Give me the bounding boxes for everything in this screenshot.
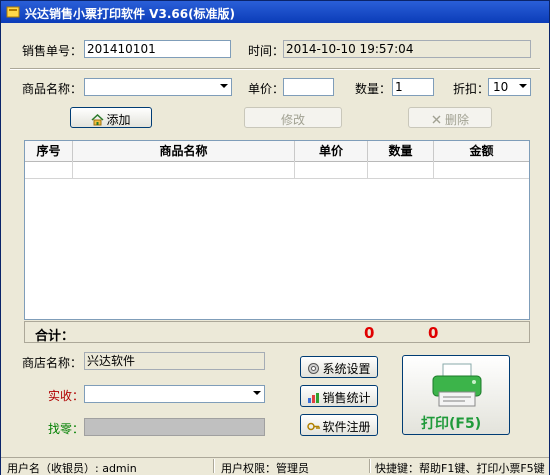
printer-icon: [432, 363, 482, 407]
discount-value: 10: [493, 80, 509, 94]
totals-bar: 合计： 0 0: [24, 321, 530, 344]
title-bar: 兴达销售小票打印软件 V3.66(标准版): [1, 1, 549, 23]
product-name-combo[interactable]: [84, 78, 232, 96]
time-field: 2014-10-10 19:57:04: [283, 40, 531, 58]
order-no-field[interactable]: 201410101: [84, 40, 231, 58]
shop-name-field: 兴达软件: [84, 352, 265, 370]
edit-button-label: 修改: [280, 113, 305, 127]
column-header-quantity[interactable]: 数量: [368, 141, 434, 161]
status-bar: 用户名（收银员）: admin 用户权限：管理员 快捷键：帮助F1键、打印小票F…: [1, 457, 549, 475]
system-settings-label: 系统设置: [322, 362, 371, 376]
column-header-price[interactable]: 单价: [295, 141, 368, 161]
key-icon: [307, 422, 321, 431]
quantity-field[interactable]: 1: [392, 78, 434, 96]
totals-label: 合计：: [35, 329, 75, 344]
chevron-down-icon[interactable]: [253, 391, 261, 395]
column-header-amount[interactable]: 金额: [434, 141, 529, 161]
table-cell: [295, 161, 368, 178]
change-field: [84, 418, 265, 436]
received-label: 实收：: [48, 389, 85, 403]
received-combo[interactable]: [84, 385, 265, 403]
chevron-down-icon[interactable]: [220, 84, 228, 88]
shop-name-label: 商店名称：: [22, 356, 83, 370]
app-window: 兴达销售小票打印软件 V3.66(标准版) 销售单号： 201410101 时间…: [0, 0, 550, 475]
chart-icon: [308, 393, 320, 403]
add-button[interactable]: 添加: [70, 107, 152, 128]
table-row[interactable]: [25, 161, 529, 179]
sales-stats-button[interactable]: 销售统计: [300, 385, 378, 407]
app-icon: [6, 6, 20, 18]
gear-icon: [308, 363, 320, 374]
table-cell: [73, 161, 295, 178]
main-panel: 销售单号： 201410101 时间： 2014-10-10 19:57:04 …: [4, 25, 546, 457]
column-header-product[interactable]: 商品名称: [73, 141, 295, 161]
table-header: 序号 商品名称 单价 数量 金额: [25, 141, 529, 162]
product-name-label: 商品名称：: [22, 82, 83, 96]
table-cell: [368, 161, 434, 178]
discount-label: 折扣：: [453, 82, 490, 96]
quantity-label: 数量：: [355, 82, 392, 96]
status-role: 用户权限：管理员: [221, 462, 309, 475]
divider-top: [10, 68, 540, 70]
edit-button[interactable]: 修改: [244, 107, 342, 128]
print-button[interactable]: 打印(F5): [402, 355, 510, 435]
quantity-total: 0: [364, 324, 375, 342]
amount-total: 0: [428, 324, 439, 342]
status-user: 用户名（收银员）: admin: [7, 462, 137, 475]
price-field[interactable]: [283, 78, 334, 96]
status-divider: [369, 459, 371, 473]
add-button-label: 添加: [106, 113, 131, 127]
table-cell: [434, 161, 529, 178]
close-icon: [432, 115, 441, 124]
delete-button-label: 删除: [444, 113, 469, 127]
discount-combo[interactable]: 10: [488, 78, 531, 96]
software-register-button[interactable]: 软件注册: [300, 414, 378, 436]
order-no-label: 销售单号：: [22, 44, 83, 58]
table-cell: [25, 161, 73, 178]
software-register-label: 软件注册: [322, 420, 371, 434]
status-divider: [213, 459, 215, 473]
window-title: 兴达销售小票打印软件 V3.66(标准版): [25, 7, 236, 21]
sales-stats-label: 销售统计: [322, 391, 371, 405]
change-label: 找零：: [48, 422, 85, 436]
system-settings-button[interactable]: 系统设置: [300, 356, 378, 378]
home-icon: [91, 113, 104, 126]
chevron-down-icon[interactable]: [519, 84, 527, 88]
print-button-label: 打印(F5): [421, 416, 482, 432]
status-shortcuts: 快捷键：帮助F1键、打印小票F5键: [375, 462, 545, 475]
sales-table[interactable]: 序号 商品名称 单价 数量 金额: [24, 140, 530, 320]
column-header-index[interactable]: 序号: [25, 141, 73, 161]
time-label: 时间：: [248, 44, 285, 58]
delete-button[interactable]: 删除: [408, 107, 492, 128]
price-label: 单价：: [248, 82, 285, 96]
